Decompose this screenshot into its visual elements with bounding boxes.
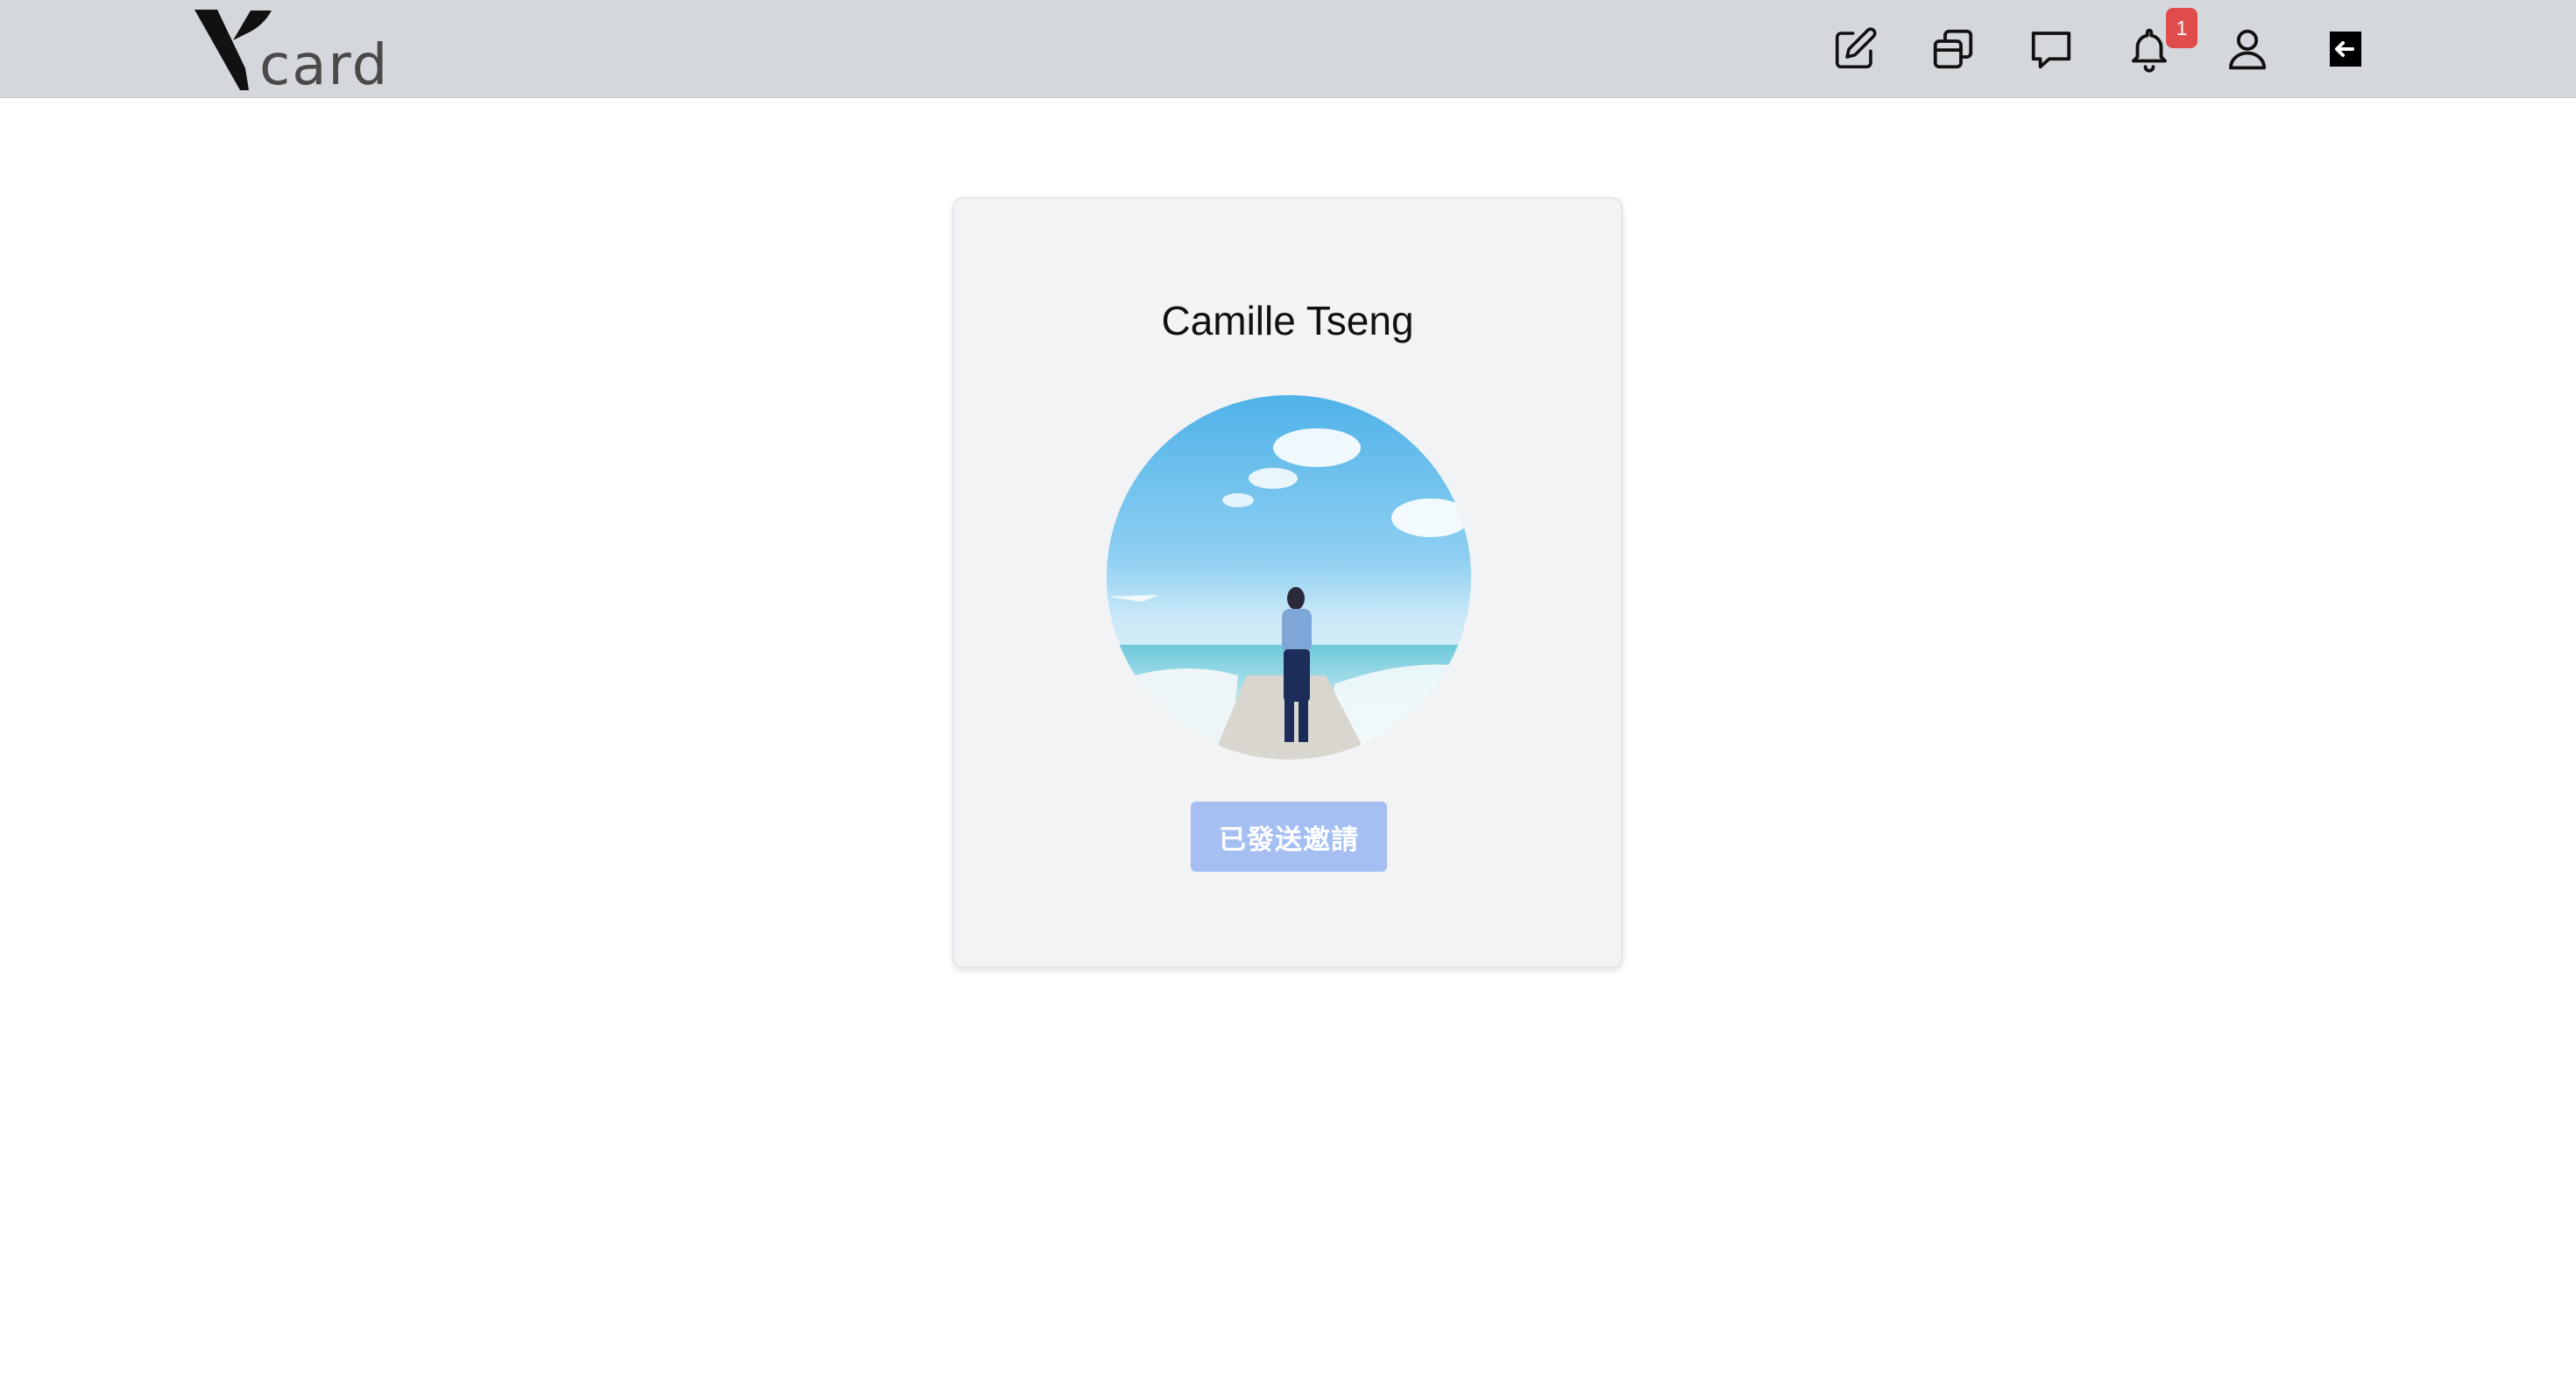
cards-button[interactable] — [1927, 23, 1979, 75]
logo-text: card — [259, 33, 389, 93]
invite-sent-button[interactable]: 已發送邀請 — [1191, 802, 1387, 872]
profile-avatar — [1107, 395, 1471, 760]
vcard-logo[interactable]: card — [191, 7, 394, 93]
notification-badge: 1 — [2166, 8, 2197, 48]
edit-button[interactable] — [1829, 23, 1881, 75]
chat-icon — [2031, 32, 2071, 69]
profile-button[interactable] — [2221, 23, 2274, 75]
user-icon — [2228, 29, 2267, 70]
profile-card: Camille Tseng 已發送邀請 — [952, 197, 1623, 968]
chat-button[interactable] — [2025, 23, 2077, 75]
cards-icon — [1933, 29, 1973, 69]
top-navbar: card 1 — [0, 0, 2576, 98]
logout-button[interactable] — [2319, 23, 2372, 75]
profile-name: Camille Tseng — [1161, 298, 1414, 343]
edit-icon — [1835, 27, 1877, 69]
logout-icon — [2330, 32, 2361, 67]
